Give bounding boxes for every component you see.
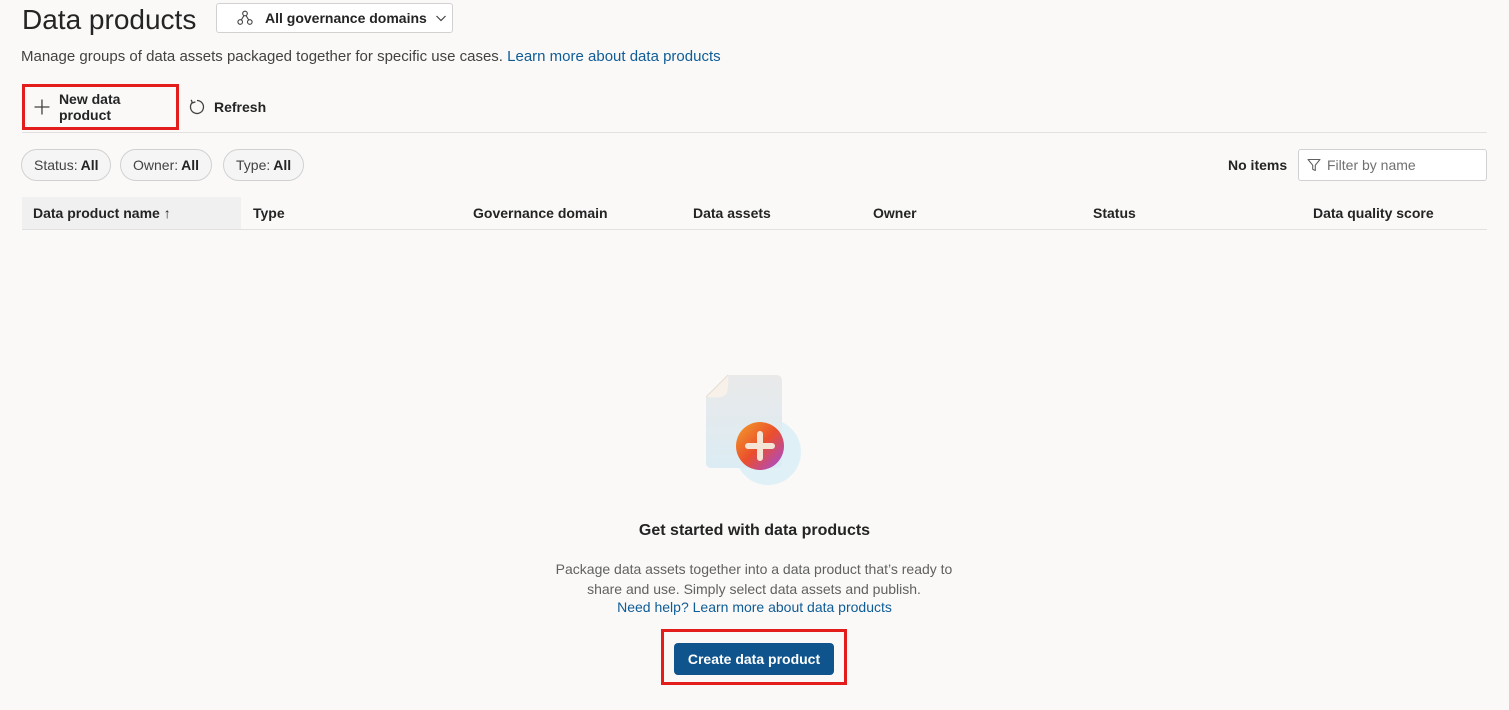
column-header-governance-domain[interactable]: Governance domain	[462, 197, 608, 229]
column-header-name[interactable]: Data product name ↑	[22, 197, 241, 229]
help-learn-more-link[interactable]: Need help? Learn more about data product…	[0, 599, 1509, 615]
chevron-down-icon	[435, 15, 446, 22]
status-filter-value: All	[80, 157, 99, 173]
item-count: No items	[1228, 157, 1288, 173]
org-hierarchy-icon	[237, 10, 253, 25]
toolbar: New data product Refresh	[22, 84, 1487, 130]
column-header-type[interactable]: Type	[242, 197, 285, 229]
type-filter-value: All	[273, 157, 292, 173]
owner-filter[interactable]: Owner: All	[120, 149, 213, 181]
type-filter[interactable]: Type: All	[223, 149, 305, 181]
toolbar-divider	[22, 132, 1487, 133]
governance-domain-dropdown[interactable]: All governance domains	[216, 3, 453, 33]
table-header: Data product name ↑ Type Governance doma…	[22, 197, 1487, 230]
page-description-text: Manage groups of data assets packaged to…	[21, 48, 503, 65]
column-header-data-quality-score[interactable]: Data quality score	[1302, 197, 1434, 229]
filter-by-name-input[interactable]	[1327, 157, 1477, 173]
page-description: Manage groups of data assets packaged to…	[21, 47, 721, 67]
plus-icon	[34, 99, 50, 115]
empty-state-title: Get started with data products	[638, 522, 871, 539]
status-filter-key: Status:	[34, 157, 78, 173]
new-data-product-label: New data product	[58, 91, 121, 123]
refresh-label: Refresh	[214, 99, 267, 115]
create-data-product-button[interactable]: Create data product	[674, 643, 834, 675]
empty-state-description-line2: share and use. Simply select data assets…	[587, 581, 921, 597]
empty-state-description-line1: Package data assets together into a data…	[555, 561, 953, 577]
type-filter-key: Type:	[236, 157, 271, 173]
column-header-data-assets[interactable]: Data assets	[682, 197, 771, 229]
status-filter[interactable]: Status: All	[21, 149, 112, 181]
learn-more-link[interactable]: Learn more about data products	[507, 48, 720, 65]
new-document-illustration	[705, 374, 801, 485]
filter-by-name-field[interactable]	[1298, 149, 1487, 181]
empty-state-description: Package data assets together into a data…	[504, 559, 1004, 599]
owner-filter-key: Owner:	[133, 157, 179, 173]
filter-icon	[1307, 158, 1321, 172]
refresh-icon	[189, 99, 205, 115]
column-header-status[interactable]: Status	[1082, 197, 1136, 229]
governance-domain-label: All governance domains	[265, 10, 427, 26]
refresh-button[interactable]: Refresh	[188, 84, 266, 130]
page-title: Data products	[22, 4, 197, 35]
owner-filter-value: All	[181, 157, 200, 173]
column-header-owner[interactable]: Owner	[862, 197, 917, 229]
new-data-product-button[interactable]: New data product	[22, 84, 179, 130]
